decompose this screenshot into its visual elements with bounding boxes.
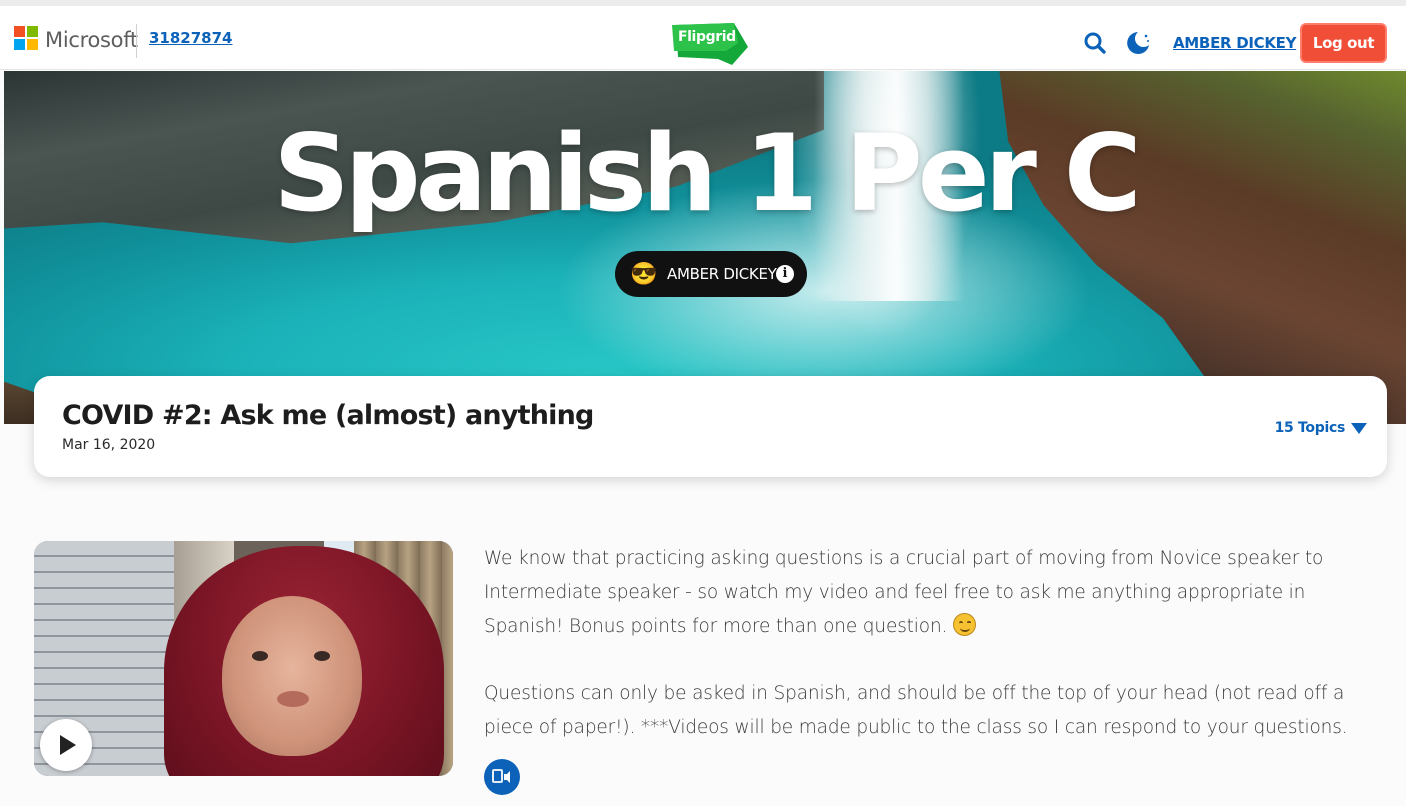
grid-title: Spanish 1 Per C bbox=[273, 112, 1141, 235]
microsoft-logo-icon bbox=[14, 26, 38, 50]
thumb-mouth bbox=[277, 691, 309, 707]
header-divider bbox=[136, 24, 137, 58]
description-text-1: We know that practicing asking questions… bbox=[484, 548, 1324, 637]
user-name-link[interactable]: AMBER DICKEY bbox=[1173, 34, 1296, 52]
join-code-link[interactable]: 31827874 bbox=[149, 29, 233, 47]
immersive-reader-button[interactable] bbox=[484, 759, 520, 795]
grid-banner: Spanish 1 Per C 😎 AMBER DICKEY i bbox=[4, 71, 1406, 424]
top-bar: Microsoft 31827874 Flipgrid AMBER DICKEY… bbox=[0, 0, 1406, 70]
sunglasses-emoji-icon: 😎 bbox=[630, 261, 658, 286]
topic-description: We know that practicing asking questions… bbox=[484, 542, 1384, 745]
logout-button[interactable]: Log out bbox=[1300, 23, 1387, 63]
play-button[interactable] bbox=[40, 719, 92, 771]
flipgrid-logo-text: Flipgrid bbox=[678, 29, 736, 45]
immersive-reader-icon bbox=[492, 769, 510, 783]
topic-card: COVID #2: Ask me (almost) anything Mar 1… bbox=[34, 376, 1387, 477]
search-icon[interactable] bbox=[1083, 31, 1107, 55]
flipgrid-logo[interactable]: Flipgrid bbox=[668, 21, 754, 67]
thumb-face bbox=[222, 596, 362, 756]
caret-down-icon bbox=[1351, 422, 1367, 434]
description-paragraph: Questions can only be asked in Spanish, … bbox=[484, 683, 1348, 738]
topic-date: Mar 16, 2020 bbox=[62, 437, 156, 453]
topic-video-thumbnail[interactable] bbox=[34, 541, 453, 776]
microsoft-wordmark: Microsoft bbox=[45, 28, 138, 52]
thumb-eye-left bbox=[252, 651, 268, 661]
topic-title: COVID #2: Ask me (almost) anything bbox=[62, 400, 594, 431]
topics-count-label: 15 Topics bbox=[1274, 420, 1346, 436]
owner-name: AMBER DICKEY bbox=[667, 265, 777, 283]
owner-pill[interactable]: 😎 AMBER DICKEY i bbox=[615, 251, 807, 297]
moon-icon[interactable] bbox=[1124, 29, 1152, 57]
play-icon bbox=[60, 735, 76, 755]
info-icon[interactable]: i bbox=[776, 265, 794, 283]
description-paragraph: We know that practicing asking questions… bbox=[484, 542, 1384, 644]
thumb-eye-right bbox=[314, 651, 330, 661]
smile-emoji-icon bbox=[953, 613, 977, 636]
topics-dropdown-button[interactable]: 15 Topics bbox=[1275, 420, 1367, 436]
